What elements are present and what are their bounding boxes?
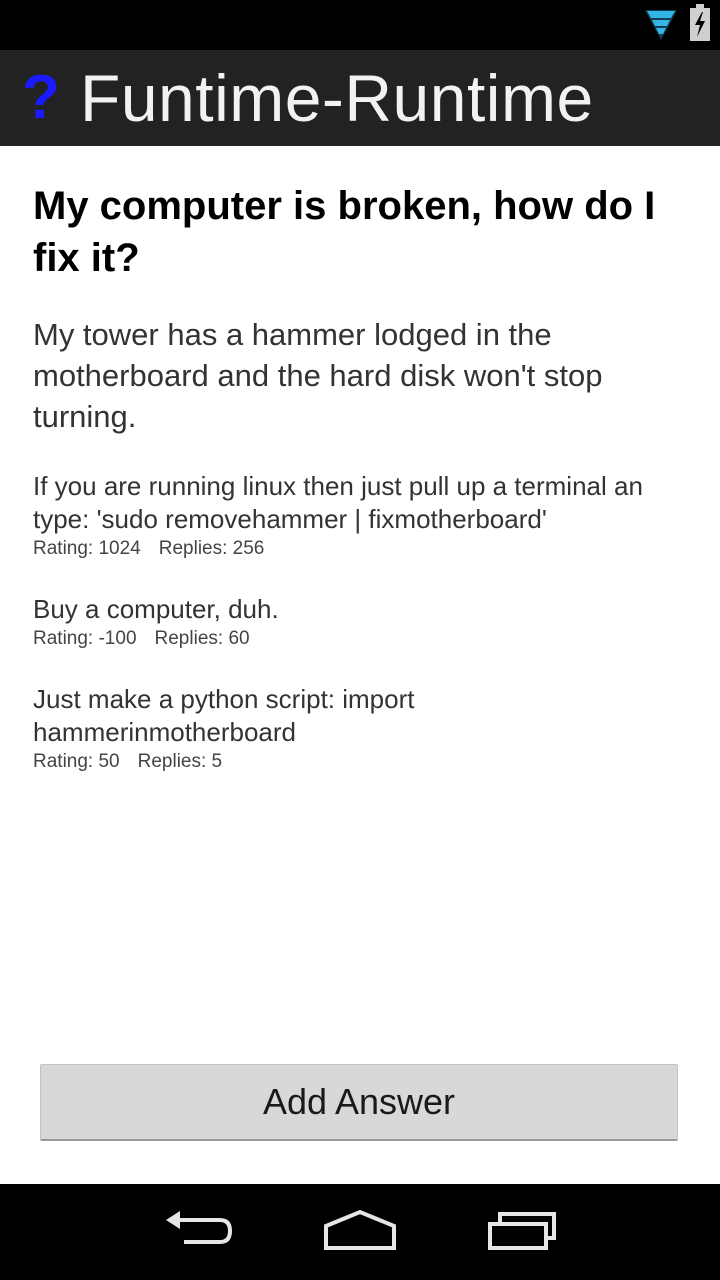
recent-apps-button[interactable] (472, 1202, 572, 1262)
answer-text-line: If you are running linux then just pull … (33, 471, 643, 501)
back-button[interactable] (150, 1202, 250, 1262)
question-body: My tower has a hammer lodged in the moth… (33, 317, 603, 434)
answer-meta: Rating: 1024 Replies: 256 (33, 537, 689, 561)
answer-replies: Replies: 5 (137, 751, 223, 772)
action-bar: ? Funtime-Runtime (0, 50, 720, 146)
answer-meta: Rating: 50 Replies: 5 (33, 750, 503, 774)
wifi-signal-icon (644, 4, 678, 47)
answer-meta: Rating: -100 Replies: 60 (33, 627, 689, 651)
answer-rating: Rating: 50 (33, 751, 120, 772)
recent-apps-icon (486, 1208, 558, 1257)
answer-item[interactable]: If you are running linux then just pull … (33, 470, 689, 561)
answer-rating: Rating: -100 (33, 628, 137, 649)
navigation-bar (0, 1184, 720, 1280)
answer-replies: Replies: 60 (154, 628, 250, 649)
back-icon (164, 1208, 236, 1257)
question-content: My computer is broken, how do I fix it? … (0, 146, 720, 1184)
status-icons (644, 4, 712, 47)
answer-item[interactable]: Just make a python script: import hammer… (33, 683, 503, 774)
answer-text: Buy a computer, duh. (33, 594, 279, 624)
battery-charging-icon (688, 4, 712, 47)
answer-item[interactable]: Buy a computer, duh. Rating: -100 Replies… (33, 593, 689, 651)
answer-replies: Replies: 256 (158, 538, 265, 559)
home-button[interactable] (310, 1202, 410, 1262)
app-title: Funtime-Runtime (80, 61, 594, 135)
question-title: My computer is broken, how do I fix it? (33, 184, 656, 280)
status-bar (0, 0, 720, 50)
home-icon (322, 1208, 398, 1257)
answer-text-line: type: 'sudo removehammer | fixmotherboar… (33, 504, 547, 534)
screen: ? Funtime-Runtime My computer is broken,… (0, 0, 720, 1280)
answer-text: Just make a python script: import hammer… (33, 684, 415, 747)
app-question-icon[interactable]: ? (22, 50, 60, 146)
answer-rating: Rating: 1024 (33, 538, 141, 559)
add-answer-button[interactable]: Add Answer (40, 1064, 678, 1141)
